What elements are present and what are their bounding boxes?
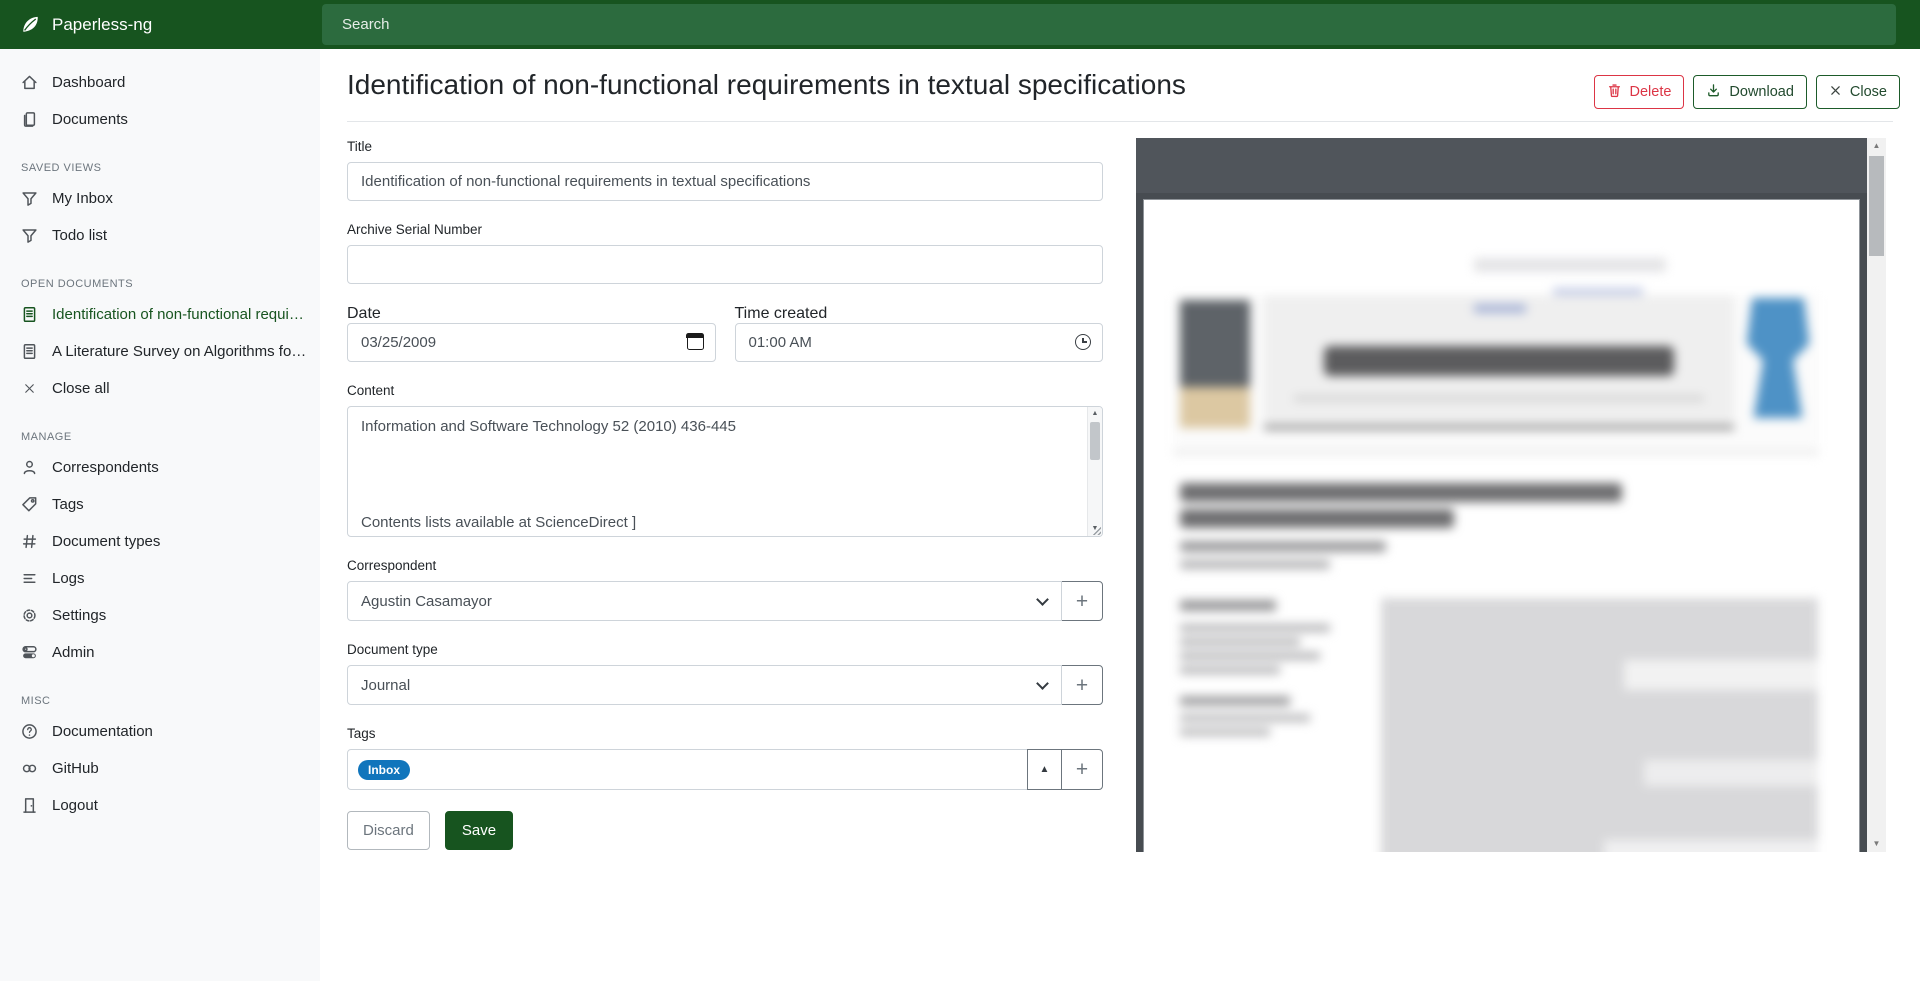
filter-icon	[21, 190, 38, 207]
link-icon	[21, 760, 38, 777]
page-title: Identification of non-functional require…	[347, 69, 1186, 101]
content-label: Content	[347, 383, 1103, 398]
document-type-select[interactable]: Journal	[347, 665, 1062, 705]
toggles-icon	[21, 644, 38, 661]
scrollbar-thumb[interactable]	[1090, 422, 1100, 460]
sidebar-close-all[interactable]: Close all	[0, 370, 320, 407]
person-icon	[21, 459, 38, 476]
file-text-icon	[21, 343, 38, 360]
door-icon	[21, 797, 38, 814]
title-label: Title	[347, 139, 1103, 154]
download-icon	[1706, 83, 1721, 102]
sidebar-item-documents[interactable]: Documents	[0, 101, 320, 138]
filter-icon	[21, 227, 38, 244]
correspondent-label: Correspondent	[347, 558, 1103, 573]
time-created-input[interactable]	[735, 323, 1104, 362]
sidebar: Dashboard Documents SAVED VIEWS My Inbox…	[0, 49, 320, 981]
document-actions: Delete Download Close	[1594, 75, 1901, 109]
add-correspondent-button[interactable]: +	[1061, 581, 1103, 621]
archive-serial-number-input[interactable]	[347, 245, 1103, 284]
delete-button[interactable]: Delete	[1594, 75, 1685, 109]
close-icon	[21, 380, 38, 397]
section-header-saved-views: SAVED VIEWS	[0, 162, 320, 178]
sidebar-item-document-types[interactable]: Document types	[0, 523, 320, 560]
document-type-label: Document type	[347, 642, 1103, 657]
pdf-page	[1143, 199, 1860, 852]
content-scrollbar[interactable]: ▲ ▼	[1087, 407, 1102, 536]
date-input[interactable]	[347, 323, 716, 362]
section-header-open-documents: OPEN DOCUMENTS	[0, 278, 320, 294]
pdf-viewer-toolbar	[1136, 138, 1867, 193]
home-icon	[21, 74, 38, 91]
pdf-scrollbar-thumb[interactable]	[1869, 156, 1884, 256]
time-created-label: Time created	[735, 305, 828, 322]
clock-icon[interactable]	[1075, 334, 1091, 350]
tag-badge-inbox[interactable]: Inbox	[358, 760, 410, 780]
title-input[interactable]	[347, 162, 1103, 201]
sidebar-item-logout[interactable]: Logout	[0, 787, 320, 824]
search-input[interactable]	[322, 4, 1896, 45]
sidebar-item-documentation[interactable]: Documentation	[0, 713, 320, 750]
document-edit-form: Title Archive Serial Number Date Time cr…	[347, 139, 1103, 850]
list-icon	[21, 570, 38, 587]
asn-label: Archive Serial Number	[347, 222, 1103, 237]
sidebar-open-doc-2[interactable]: A Literature Survey on Algorithms for Mu…	[0, 333, 320, 370]
download-button[interactable]: Download	[1693, 75, 1807, 109]
scroll-up-arrow-icon[interactable]: ▲	[1867, 138, 1886, 154]
sidebar-item-tags[interactable]: Tags	[0, 486, 320, 523]
top-navbar: Paperless-ng	[0, 0, 1920, 49]
document-header: Identification of non-functional require…	[347, 49, 1893, 122]
save-button[interactable]: Save	[445, 811, 513, 850]
question-circle-icon	[21, 723, 38, 740]
sidebar-item-settings[interactable]: Settings	[0, 597, 320, 634]
discard-button[interactable]: Discard	[347, 811, 430, 850]
sidebar-item-my-inbox[interactable]: My Inbox	[0, 180, 320, 217]
close-button[interactable]: Close	[1816, 75, 1900, 109]
sidebar-item-admin[interactable]: Admin	[0, 634, 320, 671]
section-header-misc: MISC	[0, 695, 320, 711]
pdf-scrollbar[interactable]: ▲ ▼	[1867, 138, 1886, 852]
file-text-icon	[21, 306, 38, 323]
date-label: Date	[347, 305, 381, 322]
section-header-manage: MANAGE	[0, 431, 320, 447]
sidebar-item-correspondents[interactable]: Correspondents	[0, 449, 320, 486]
sidebar-item-logs[interactable]: Logs	[0, 560, 320, 597]
calendar-icon[interactable]	[687, 334, 704, 350]
hash-icon	[21, 533, 38, 550]
scroll-up-arrow-icon[interactable]: ▲	[1088, 407, 1102, 421]
documents-icon	[21, 111, 38, 128]
tags-input[interactable]: Inbox	[347, 749, 1028, 790]
trash-icon	[1607, 83, 1622, 102]
leaf-logo-icon	[20, 14, 41, 35]
sidebar-item-todo-list[interactable]: Todo list	[0, 217, 320, 254]
app-brand[interactable]: Paperless-ng	[20, 0, 152, 49]
brand-label: Paperless-ng	[52, 15, 152, 35]
add-document-type-button[interactable]: +	[1061, 665, 1103, 705]
tags-label: Tags	[347, 726, 1103, 741]
add-tag-button[interactable]: +	[1061, 749, 1103, 790]
sidebar-item-dashboard[interactable]: Dashboard	[0, 64, 320, 101]
tag-icon	[21, 496, 38, 513]
pdf-preview-pane[interactable]: ▲ ▼	[1136, 138, 1886, 852]
gear-icon	[21, 607, 38, 624]
correspondent-select[interactable]: Agustin Casamayor	[347, 581, 1062, 621]
blurred-document-content	[1144, 200, 1859, 852]
main-content: Identification of non-functional require…	[320, 49, 1920, 981]
collapse-tags-button[interactable]: ▲	[1027, 749, 1062, 790]
sidebar-open-doc-1[interactable]: Identification of non-functional require…	[0, 296, 320, 333]
close-icon	[1829, 84, 1842, 101]
scroll-down-arrow-icon[interactable]: ▼	[1867, 836, 1886, 852]
content-textarea[interactable]: Information and Software Technology 52 (…	[347, 406, 1103, 537]
sidebar-item-github[interactable]: GitHub	[0, 750, 320, 787]
